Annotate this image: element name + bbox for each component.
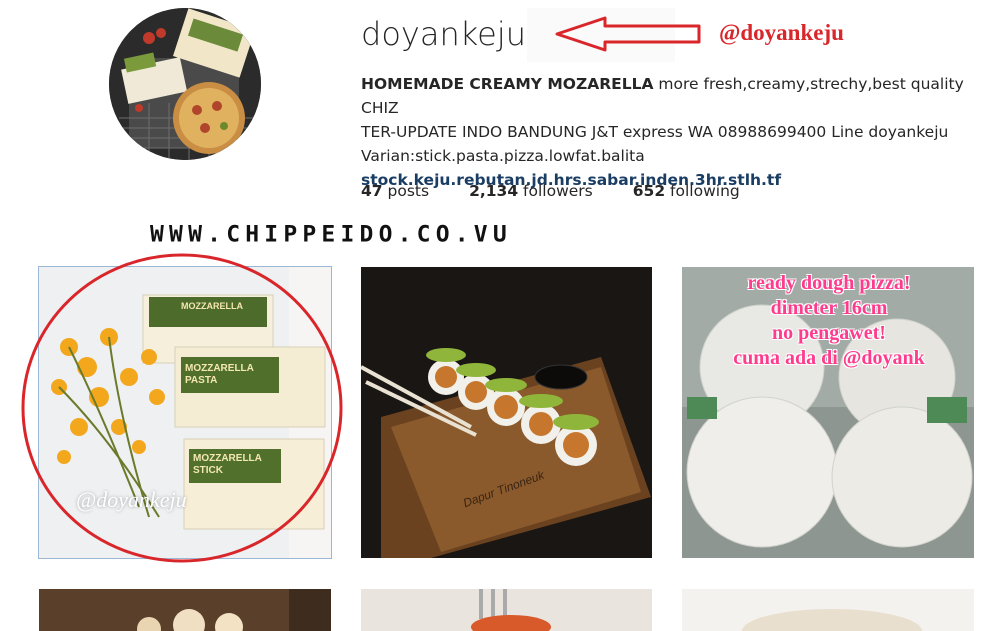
pizza-overlay-text: ready dough pizza! dimeter 16cm no penga…: [683, 267, 975, 371]
profile-avatar[interactable]: [109, 8, 261, 160]
post-image-sushi: [361, 267, 652, 558]
post-tile-1[interactable]: MOZZARELLA MOZZARELLA PASTA MOZZARELLA S…: [38, 266, 332, 559]
stat-following[interactable]: 652 following: [633, 182, 740, 200]
stat-posts: 47 posts: [361, 182, 429, 200]
posts-count: 47: [361, 182, 383, 200]
post-image-4: [39, 589, 331, 631]
post-image-6: [682, 589, 974, 631]
followers-label: followers: [523, 182, 593, 200]
followers-count: 2,134: [469, 182, 519, 200]
avatar-image: [109, 8, 261, 160]
bio-title: HOMEMADE CREAMY MOZARELLA: [361, 75, 654, 93]
annotation-handle-text: @doyankeju: [719, 20, 844, 45]
following-count: 652: [632, 182, 666, 200]
profile-bio: HOMEMADE CREAMY MOZARELLA more fresh,cre…: [361, 72, 991, 192]
stat-followers[interactable]: 2,134 followers: [469, 182, 593, 200]
post-1-caption-overlay: @doyankeju: [76, 487, 187, 512]
profile-stats: 47 posts 2,134 followers 652 following: [361, 182, 780, 200]
watermark-text: WWW.CHIPPEIDO.CO.VU: [150, 222, 512, 248]
post-tile-5[interactable]: [361, 589, 652, 631]
pizza-overlay-line-4: cuma ada di @doyank: [733, 347, 925, 369]
following-label: following: [670, 182, 740, 200]
pack-label-1: MOZZARELLA: [181, 301, 243, 311]
pizza-overlay-line-2: dimeter 16cm: [770, 297, 888, 319]
post-tile-2[interactable]: Dapur Tinoneuk: [361, 267, 652, 558]
pizza-overlay-line-1: ready dough pizza!: [747, 272, 911, 294]
pizza-overlay-line-3: no pengawet!: [772, 322, 886, 344]
post-image-5: [361, 589, 652, 631]
bio-line-1: HOMEMADE CREAMY MOZARELLA more fresh,cre…: [361, 72, 991, 120]
pack-label-2: MOZZARELLA PASTA: [185, 363, 254, 386]
post-tile-6[interactable]: [682, 589, 974, 631]
post-tile-4[interactable]: [39, 589, 331, 631]
posts-label: posts: [387, 182, 430, 200]
pack-label-3: MOZZARELLA STICK: [193, 453, 262, 476]
annotation-arrow-icon: [555, 16, 701, 52]
profile-username: doyankeju: [361, 15, 526, 53]
bio-line-2: TER-UPDATE INDO BANDUNG J&T express WA 0…: [361, 123, 949, 141]
bio-line-3: Varian:stick.pasta.pizza.lowfat.balita: [361, 147, 645, 165]
